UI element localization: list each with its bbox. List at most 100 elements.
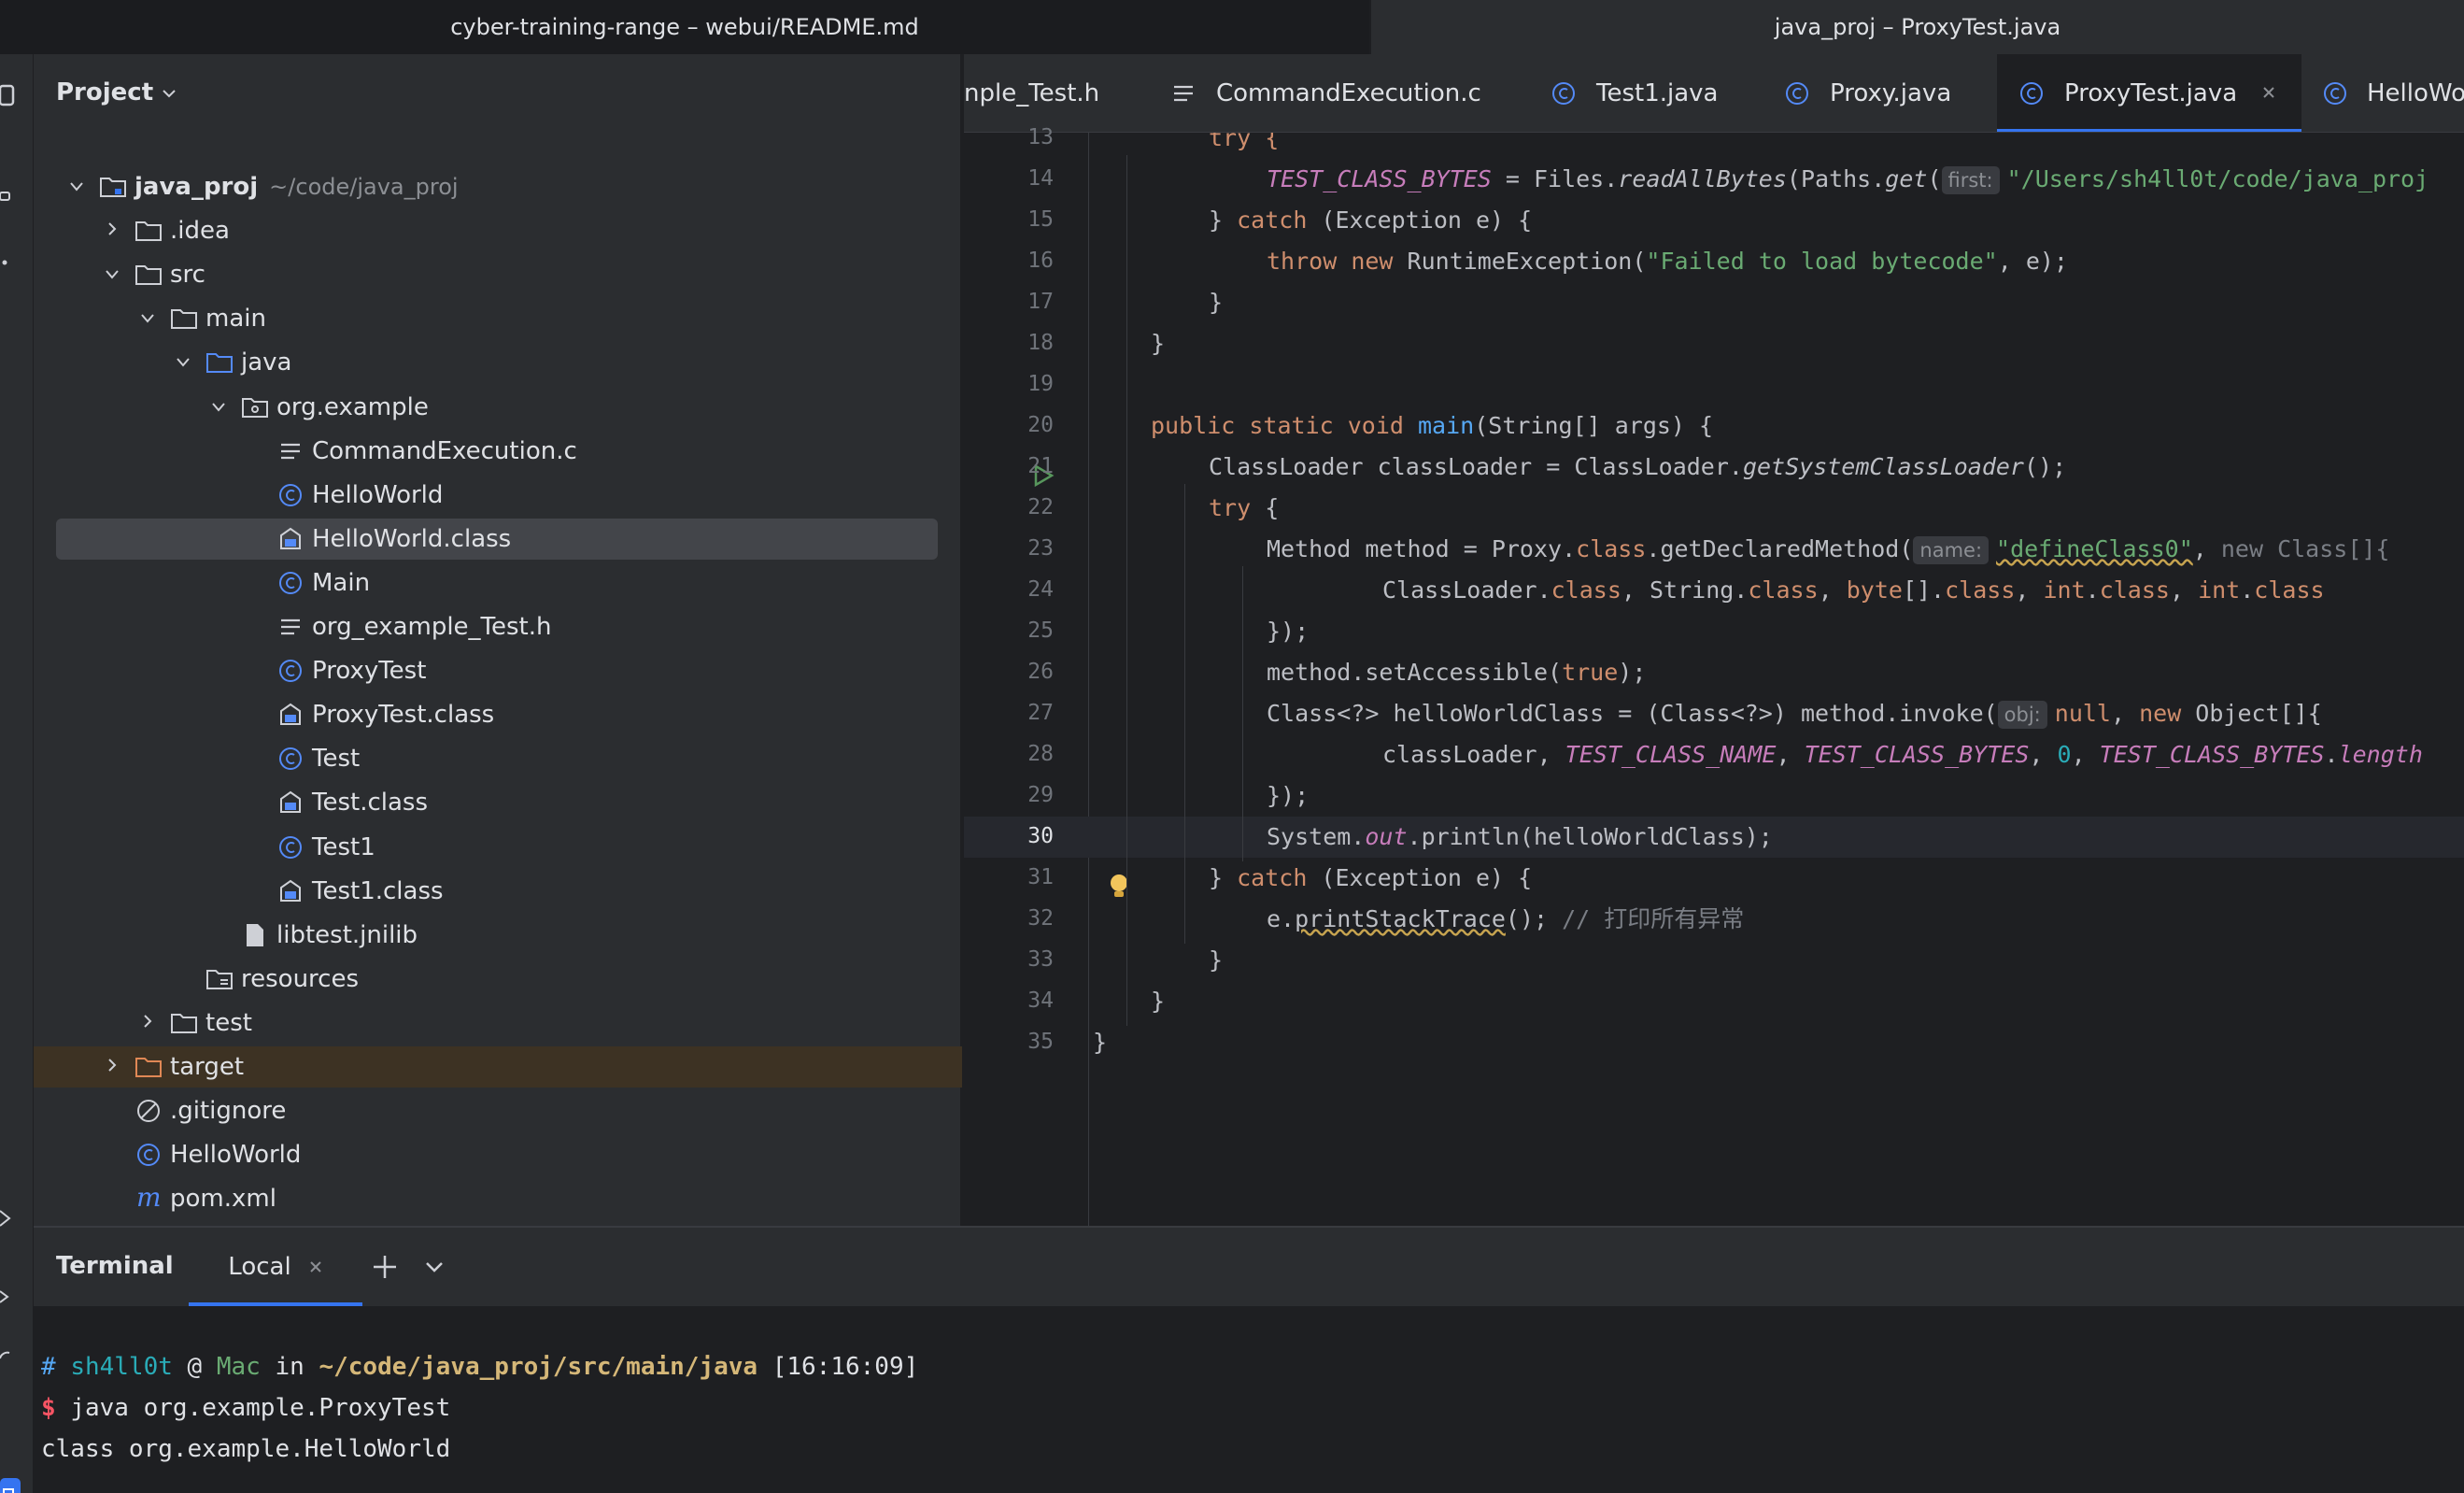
- project-panel-header[interactable]: Project: [56, 78, 177, 107]
- terminal-tab-local[interactable]: Local: [189, 1228, 362, 1306]
- editor-tab-proxytest-java[interactable]: ProxyTest.java: [1997, 54, 2301, 132]
- code-line-29[interactable]: });: [1267, 775, 1309, 817]
- new-terminal-plus-icon[interactable]: [372, 1254, 398, 1284]
- run-tool-icon[interactable]: [0, 1287, 21, 1308]
- tree-item-test[interactable]: Test: [56, 738, 938, 779]
- tree-item-label: .gitignore: [170, 1097, 287, 1126]
- close-icon[interactable]: [308, 1253, 323, 1281]
- code-token: .println(helloWorldClass);: [1407, 823, 1773, 850]
- code-line-13[interactable]: try {: [1209, 133, 1279, 159]
- code-line-31[interactable]: } catch (Exception e) {: [1209, 858, 1532, 899]
- tree-item-org-example-test-h[interactable]: org_example_Test.h: [56, 606, 938, 647]
- tree-item-helloworld[interactable]: HelloWorld: [56, 1134, 938, 1175]
- tree-item-proxytest-class[interactable]: ProxyTest.class: [56, 694, 938, 735]
- more-tools-icon[interactable]: [0, 250, 21, 271]
- tree-item-main[interactable]: Main: [56, 562, 938, 604]
- chevron-right-icon[interactable]: [138, 1012, 157, 1034]
- chevron-down-icon[interactable]: [67, 176, 86, 198]
- window-title-left[interactable]: cyber-training-range – webui/README.md: [0, 0, 1369, 54]
- problems-tool-icon[interactable]: [0, 1349, 21, 1370]
- code-line-27[interactable]: Class<?> helloWorldClass = (Class<?>) me…: [1267, 693, 2322, 734]
- tree-item-test1-class[interactable]: Test1.class: [56, 871, 938, 912]
- tree-item-pom-xml[interactable]: m pom.xml: [56, 1178, 938, 1219]
- chevron-down-icon[interactable]: [424, 1259, 445, 1278]
- java-class-icon: [2322, 79, 2348, 107]
- code-token: ,: [2110, 700, 2140, 727]
- tree-item-org-example[interactable]: org.example: [56, 387, 938, 428]
- code-token: }: [1209, 289, 1224, 316]
- tree-item-idea[interactable]: .idea: [56, 210, 938, 251]
- code-token: ,: [1818, 576, 1847, 604]
- code-line-32[interactable]: e.printStackTrace(); // 打印所有异常: [1267, 899, 1744, 940]
- project-panel: Project java_proj ~/code/java_proj .idea sr…: [34, 54, 962, 1226]
- close-icon[interactable]: [2261, 82, 2276, 106]
- code-line-21[interactable]: ClassLoader classLoader = ClassLoader.ge…: [1209, 447, 2066, 488]
- tree-item-libtest-jnilib[interactable]: libtest.jnilib: [56, 915, 938, 956]
- tree-item-test-class[interactable]: Test.class: [56, 782, 938, 823]
- tree-item-helloworld-class[interactable]: HelloWorld.class: [56, 518, 938, 560]
- code-token: (Exception e) {: [1307, 206, 1533, 234]
- code-line-23[interactable]: Method method = Proxy.class.getDeclaredM…: [1267, 529, 2389, 570]
- editor-tab-commandexecution-c[interactable]: CommandExecution.c: [1149, 54, 1529, 132]
- chevron-down-icon[interactable]: [103, 263, 121, 286]
- editor-tab-helloworld[interactable]: HelloWorld: [2301, 54, 2464, 132]
- code-token: Object[]{: [2181, 700, 2322, 727]
- code-line-17[interactable]: }: [1209, 282, 1223, 323]
- tree-item-commandexecution-c[interactable]: CommandExecution.c: [56, 431, 938, 472]
- code-line-14[interactable]: TEST_CLASS_BYTES = Files.readAllBytes(Pa…: [1267, 159, 2429, 200]
- code-line-24[interactable]: ClassLoader.class, String.class, byte[].…: [1382, 570, 2325, 611]
- commit-tool-icon[interactable]: [0, 187, 21, 207]
- terminal-tool-icon[interactable]: [0, 1478, 21, 1493]
- tree-item-java[interactable]: java: [56, 342, 938, 383]
- editor-tab-proxy-java[interactable]: Proxy.java: [1763, 54, 1997, 132]
- code-token: });: [1267, 782, 1310, 809]
- code-line-26[interactable]: method.setAccessible(true);: [1267, 652, 1646, 693]
- code-token: (String[] args) {: [1474, 412, 1714, 439]
- code-line-25[interactable]: });: [1267, 611, 1309, 652]
- code-line-30[interactable]: System.out.println(helloWorldClass);: [1267, 817, 1773, 858]
- tree-item-helloworld[interactable]: HelloWorld: [56, 475, 938, 516]
- editor-tab-nple-test-h[interactable]: nple_Test.h: [964, 54, 1149, 132]
- code-line-33[interactable]: }: [1209, 940, 1223, 981]
- tree-item-label: .idea: [170, 217, 230, 246]
- tree-item-proxytest[interactable]: ProxyTest: [56, 650, 938, 691]
- code-line-28[interactable]: classLoader, TEST_CLASS_NAME, TEST_CLASS…: [1382, 734, 2423, 775]
- tree-item-test1[interactable]: Test1: [56, 827, 938, 868]
- code-line-22[interactable]: try {: [1209, 488, 1279, 529]
- prompt-path: ~/code/java_proj/src/main/java: [319, 1353, 758, 1381]
- java-class-icon: [276, 745, 304, 773]
- chevron-right-icon[interactable]: [103, 220, 121, 242]
- tree-item-target[interactable]: target: [34, 1046, 962, 1088]
- project-tool-icon[interactable]: [0, 84, 21, 107]
- prompt-user: sh4ll0t: [70, 1353, 173, 1381]
- tree-item-src[interactable]: src: [56, 254, 938, 295]
- window-title-right[interactable]: java_proj – ProxyTest.java: [1371, 0, 2464, 54]
- code-line-15[interactable]: } catch (Exception e) {: [1209, 200, 1532, 241]
- tree-item-gitignore[interactable]: .gitignore: [56, 1090, 938, 1131]
- code-line-18[interactable]: }: [1151, 323, 1165, 364]
- folder-icon: [135, 217, 163, 245]
- code-area[interactable]: try { TEST_CLASS_BYTES = Files.readAllByt…: [1089, 133, 2464, 1226]
- code-line-20[interactable]: public static void main(String[] args) {: [1151, 405, 1713, 447]
- chevron-down-icon[interactable]: [174, 351, 192, 374]
- tree-item-main[interactable]: main: [56, 298, 938, 339]
- code-line-35[interactable]: }: [1093, 1022, 1107, 1063]
- code-token: Method method = Proxy.: [1267, 535, 1577, 562]
- editor-tab-test1-java[interactable]: Test1.java: [1529, 54, 1763, 132]
- tree-item-resources[interactable]: resources: [56, 959, 938, 1000]
- indent-guide: [1242, 566, 1243, 861]
- terminal-command-line[interactable]: $ java org.example.ProxyTest: [41, 1394, 450, 1422]
- chevron-right-icon[interactable]: [103, 1056, 121, 1078]
- chevron-down-icon[interactable]: [209, 396, 228, 419]
- services-tool-icon[interactable]: [0, 1207, 21, 1228]
- code-token: try {: [1209, 133, 1280, 151]
- chevron-down-icon[interactable]: [138, 307, 157, 330]
- excluded-folder-icon: [135, 1053, 163, 1081]
- line-number: 32: [1027, 906, 1054, 931]
- code-line-34[interactable]: }: [1151, 981, 1165, 1022]
- tree-item-java-proj[interactable]: java_proj ~/code/java_proj: [56, 166, 938, 207]
- tree-item-label: HelloWorld: [170, 1141, 302, 1170]
- tree-item-test[interactable]: test: [56, 1002, 938, 1044]
- code-token: }: [1151, 330, 1166, 357]
- code-line-16[interactable]: throw new RuntimeException("Failed to lo…: [1267, 241, 2068, 282]
